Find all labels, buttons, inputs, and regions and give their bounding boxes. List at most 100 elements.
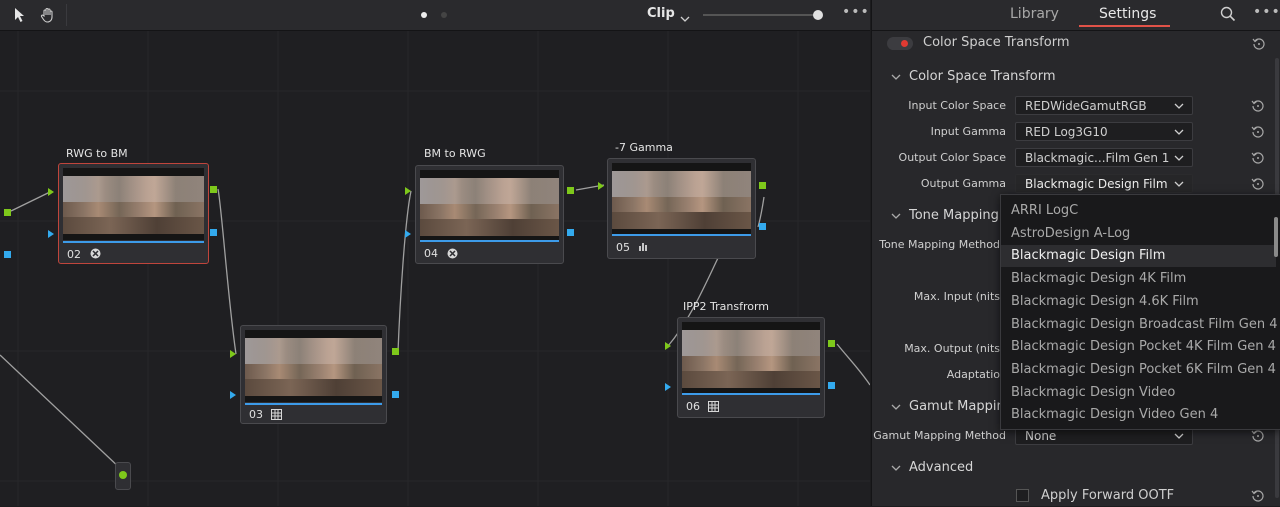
node-key-output[interactable] — [392, 391, 399, 398]
select-value: Blackmagic Design Film — [1025, 177, 1168, 191]
dropdown-option-selected[interactable]: Blackmagic Design Film — [1001, 245, 1276, 267]
chevron-down-icon — [1174, 129, 1184, 135]
node-progress-bar — [63, 241, 204, 243]
dropdown-option[interactable]: Blackmagic Design Video Gen 4 — [1001, 404, 1276, 426]
dropdown-scrollbar[interactable] — [1274, 217, 1278, 257]
node-rgb-input[interactable] — [665, 342, 671, 350]
output-gamma-dropdown[interactable]: ARRI LogC AstroDesign A-Log Blackmagic D… — [1000, 194, 1280, 430]
dropdown-option[interactable]: Blackmagic Design 4.6K Film — [1001, 291, 1276, 313]
section-title: Gamut Mapping — [909, 399, 1013, 414]
tone-mapping-method-label: Tone Mapping Method — [879, 238, 1000, 251]
node-thumbnail — [682, 322, 820, 394]
dropdown-option[interactable]: Blackmagic Design Broadcast Film Gen 4 — [1001, 314, 1278, 336]
node-rgb-output[interactable] — [392, 348, 399, 355]
output-gamma-select[interactable]: Blackmagic Design Film — [1015, 174, 1193, 193]
dropdown-option[interactable]: Blackmagic Design Pocket 6K Film Gen 4 — [1001, 359, 1276, 381]
output-color-space-select[interactable]: Blackmagic...Film Gen 1 — [1015, 148, 1193, 167]
node-key-output[interactable] — [828, 382, 835, 389]
node-title: BM to RWG — [424, 147, 486, 160]
section-gamut-mapping[interactable]: Gamut Mapping — [891, 399, 1013, 414]
input-gamma-select[interactable]: RED Log3G10 — [1015, 122, 1193, 141]
node-box[interactable]: 06 — [677, 317, 825, 418]
node-thumbnail — [420, 170, 559, 242]
reset-icon[interactable] — [1251, 428, 1265, 442]
settings-more-button[interactable]: ••• — [1253, 4, 1280, 20]
apply-forward-ootf-checkbox[interactable] — [1016, 489, 1029, 502]
node-progress-bar — [612, 234, 751, 236]
chevron-down-icon — [1174, 103, 1184, 109]
node-rgb-output[interactable] — [759, 182, 766, 189]
node-number: 06 — [686, 400, 700, 413]
chevron-down-icon — [891, 403, 901, 411]
chevron-down-icon — [891, 464, 901, 472]
input-port[interactable] — [4, 251, 11, 258]
node-box[interactable]: 03 — [240, 325, 387, 424]
section-title: Tone Mapping — [909, 208, 999, 223]
select-value: REDWideGamutRGB — [1025, 99, 1147, 113]
reset-icon[interactable] — [1251, 488, 1265, 502]
select-value: None — [1025, 429, 1057, 443]
tab-library[interactable]: Library — [1010, 6, 1059, 22]
node-thumbnail — [63, 168, 204, 240]
dropdown-option[interactable]: Blackmagic Design Video — [1001, 382, 1276, 404]
dropdown-option[interactable]: ARRI LogC — [1001, 200, 1276, 222]
node-key-input[interactable] — [48, 230, 54, 238]
gamut-mapping-method-label: Gamut Mapping Method — [873, 429, 1006, 442]
section-color-space-transform[interactable]: Color Space Transform — [891, 69, 1056, 84]
bars-icon — [638, 241, 649, 252]
node-progress-bar — [420, 240, 559, 242]
select-value: RED Log3G10 — [1025, 125, 1108, 139]
reset-icon[interactable] — [1251, 150, 1265, 164]
node-number: 02 — [67, 248, 81, 261]
output-color-space-label: Output Color Space — [898, 151, 1006, 164]
node-key-output[interactable] — [210, 229, 217, 236]
active-tab-indicator — [1079, 25, 1170, 27]
dropdown-option[interactable]: Blackmagic Design 4K Film — [1001, 268, 1276, 290]
section-advanced[interactable]: Advanced — [891, 460, 973, 475]
node-box[interactable]: 04 — [415, 165, 564, 264]
node-rgb-input[interactable] — [598, 182, 604, 190]
settings-tabbar: Library Settings ••• — [872, 0, 1280, 31]
node-title: RWG to BM — [66, 147, 128, 160]
search-icon[interactable] — [1220, 6, 1236, 26]
node-key-output[interactable] — [759, 223, 766, 230]
node-number: 04 — [424, 247, 438, 260]
node-rgb-input[interactable] — [48, 188, 54, 196]
dropdown-option[interactable]: AstroDesign A-Log — [1001, 223, 1276, 245]
reset-icon[interactable] — [1251, 98, 1265, 112]
node-rgb-input[interactable] — [230, 350, 236, 358]
plugin-enable-toggle[interactable] — [887, 37, 913, 50]
reset-icon[interactable] — [1251, 176, 1265, 190]
node-box[interactable]: 05 — [607, 158, 756, 259]
apply-forward-ootf-label: Apply Forward OOTF — [1041, 488, 1175, 503]
select-value: Blackmagic...Film Gen 1 — [1025, 151, 1170, 165]
node-box[interactable]: 02 — [58, 163, 209, 264]
node-rgb-output[interactable] — [210, 186, 217, 193]
node-number: 03 — [249, 408, 263, 421]
section-tone-mapping[interactable]: Tone Mapping — [891, 208, 999, 223]
grid-icon — [708, 401, 719, 412]
plugin-title: Color Space Transform — [923, 35, 1070, 50]
tab-settings[interactable]: Settings — [1099, 6, 1156, 22]
input-gamma-label: Input Gamma — [930, 125, 1006, 138]
node-rgb-output[interactable] — [567, 187, 574, 194]
node-key-output[interactable] — [567, 229, 574, 236]
reset-icon[interactable] — [1252, 36, 1266, 50]
dropdown-option[interactable]: Blackmagic Design Pocket 4K Film Gen 4 — [1001, 336, 1276, 358]
section-title: Color Space Transform — [909, 69, 1056, 84]
chevron-down-icon — [891, 212, 901, 220]
node-rgb-output[interactable] — [828, 340, 835, 347]
node-key-input[interactable] — [405, 230, 411, 238]
node-title: -7 Gamma — [615, 141, 673, 154]
adaptation-label: Adaptatio — [946, 368, 1000, 381]
node-key-input[interactable] — [665, 383, 671, 391]
output-node[interactable] — [115, 462, 131, 490]
node-editor[interactable]: Clip ••• RWG to BM 02 03 BM to RWG 04 -7… — [0, 0, 870, 506]
input-color-space-select[interactable]: REDWideGamutRGB — [1015, 96, 1193, 115]
node-key-input[interactable] — [230, 391, 236, 399]
output-port[interactable] — [119, 471, 127, 479]
node-rgb-input[interactable] — [405, 187, 411, 195]
reset-icon[interactable] — [1251, 124, 1265, 138]
input-port[interactable] — [4, 209, 11, 216]
chevron-down-icon — [1174, 155, 1184, 161]
